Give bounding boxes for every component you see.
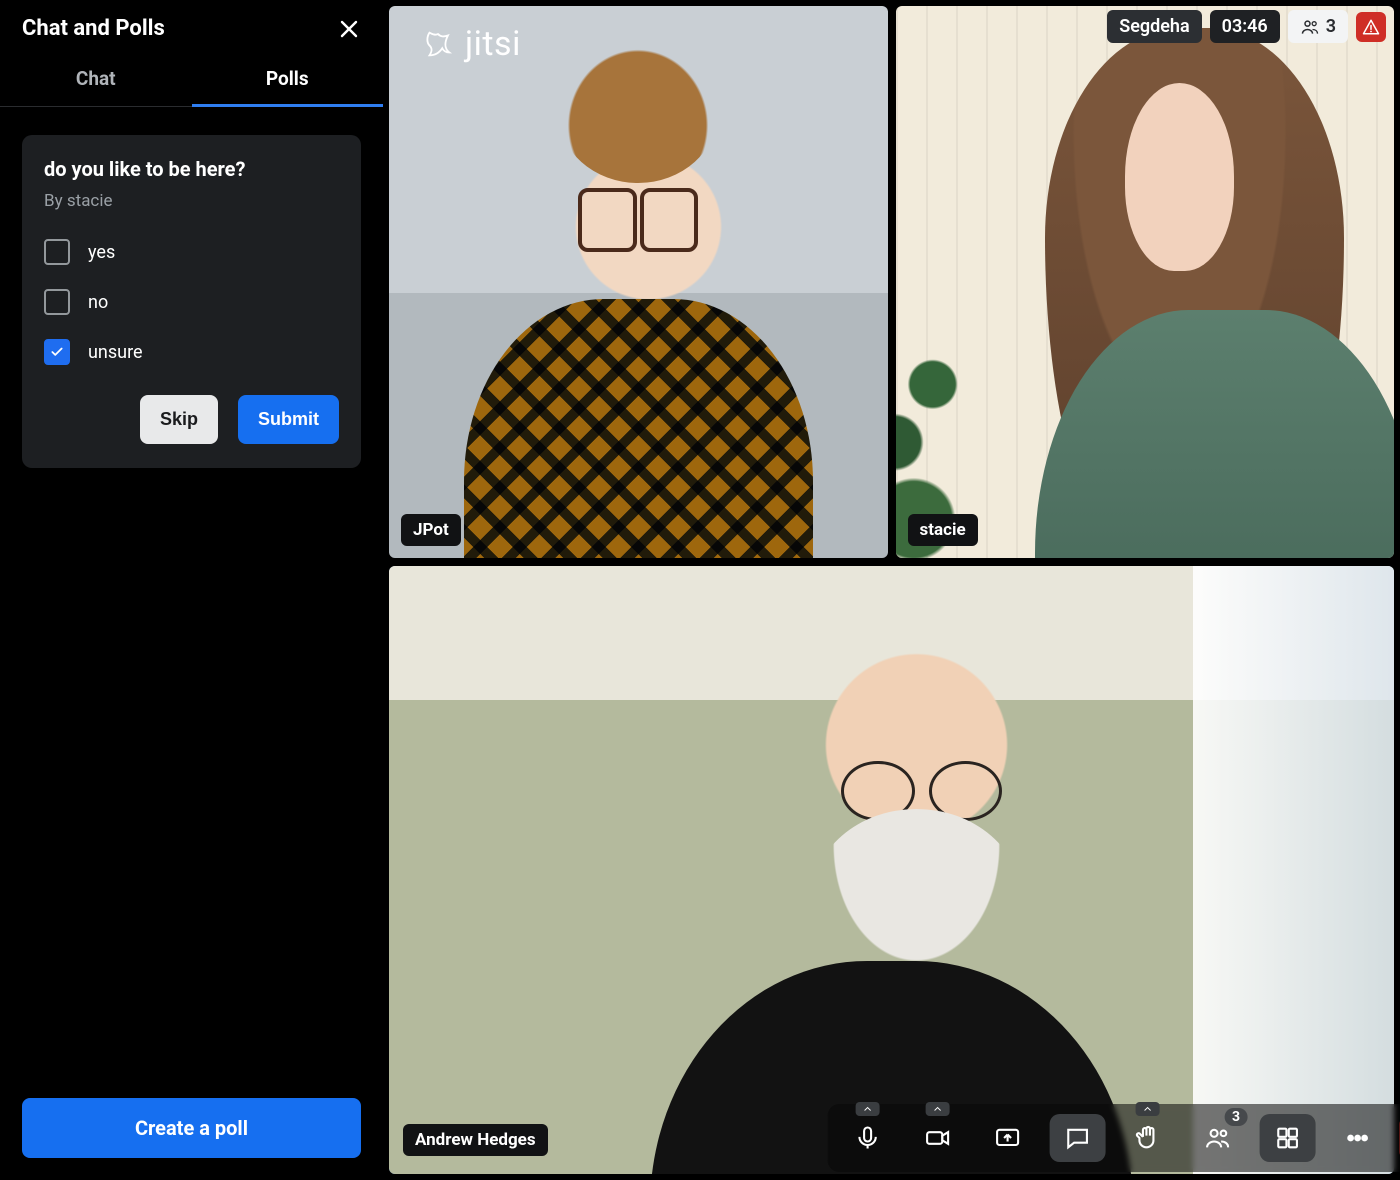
meeting-info-bar: Segdeha 03:46 3 bbox=[1107, 10, 1386, 43]
poll-option-label: no bbox=[88, 292, 108, 313]
panel-header: Chat and Polls bbox=[0, 0, 383, 49]
close-icon bbox=[337, 17, 361, 41]
participant-count-chip[interactable]: 3 bbox=[1288, 10, 1348, 43]
poll-card: do you like to be here? By stacie yes no… bbox=[22, 135, 361, 468]
tabs: Chat Polls bbox=[0, 49, 383, 107]
poll-option[interactable]: unsure bbox=[44, 339, 339, 365]
submit-button[interactable]: Submit bbox=[238, 395, 339, 444]
poll-option[interactable]: yes bbox=[44, 239, 339, 265]
reactions-caret[interactable] bbox=[1135, 1102, 1159, 1116]
participant-name-chip: Andrew Hedges bbox=[403, 1124, 548, 1156]
raise-hand-icon bbox=[1133, 1124, 1161, 1152]
video-stage: JPot stacie Andrew Hedges bbox=[383, 0, 1400, 1180]
create-poll-button[interactable]: Create a poll bbox=[22, 1098, 361, 1158]
skip-button[interactable]: Skip bbox=[140, 395, 218, 444]
poll-actions: Skip Submit bbox=[44, 395, 339, 444]
poll-question: do you like to be here? bbox=[44, 157, 339, 181]
camera-icon bbox=[923, 1124, 951, 1152]
more-icon bbox=[1343, 1124, 1371, 1152]
microphone-button[interactable] bbox=[839, 1114, 895, 1162]
close-panel-button[interactable] bbox=[337, 17, 361, 41]
participants-icon bbox=[1300, 17, 1320, 37]
poll-options: yes no unsure bbox=[44, 239, 339, 365]
video-feed bbox=[389, 6, 888, 558]
checkbox-checked-icon bbox=[44, 339, 70, 365]
tab-chat[interactable]: Chat bbox=[0, 49, 192, 106]
participant-name-chip: stacie bbox=[908, 514, 978, 546]
video-grid: JPot stacie Andrew Hedges bbox=[383, 0, 1400, 1180]
video-feed bbox=[389, 566, 1394, 1174]
poll-option-label: yes bbox=[88, 242, 115, 263]
checkbox-icon bbox=[44, 289, 70, 315]
share-screen-icon bbox=[993, 1124, 1021, 1152]
camera-options-caret[interactable] bbox=[925, 1102, 949, 1116]
video-feed bbox=[896, 6, 1395, 558]
chat-icon bbox=[1063, 1124, 1091, 1152]
chevron-up-icon bbox=[1141, 1103, 1153, 1115]
jitsi-logo: jitsi bbox=[421, 24, 521, 64]
participant-tile[interactable]: stacie bbox=[896, 6, 1395, 558]
tile-view-button[interactable] bbox=[1259, 1114, 1315, 1162]
chat-polls-panel: Chat and Polls Chat Polls do you like to… bbox=[0, 0, 383, 1180]
tile-view-icon bbox=[1273, 1124, 1301, 1152]
share-screen-button[interactable] bbox=[979, 1114, 1035, 1162]
microphone-icon bbox=[853, 1124, 881, 1152]
participants-badge: 3 bbox=[1225, 1108, 1247, 1126]
poll-option-label: unsure bbox=[88, 342, 143, 363]
warning-icon bbox=[1362, 18, 1380, 36]
poll-option[interactable]: no bbox=[44, 289, 339, 315]
checkbox-icon bbox=[44, 239, 70, 265]
poll-author: By stacie bbox=[44, 191, 339, 211]
participants-icon bbox=[1203, 1124, 1231, 1152]
chevron-up-icon bbox=[861, 1103, 873, 1115]
app-root: Chat and Polls Chat Polls do you like to… bbox=[0, 0, 1400, 1180]
jitsi-logo-icon bbox=[421, 27, 455, 61]
participant-tile[interactable]: JPot bbox=[389, 6, 888, 558]
participant-tile-active-speaker[interactable]: Andrew Hedges bbox=[389, 566, 1394, 1174]
panel-title: Chat and Polls bbox=[22, 16, 165, 41]
tab-polls[interactable]: Polls bbox=[192, 49, 384, 106]
participants-button[interactable]: 3 bbox=[1189, 1114, 1245, 1162]
meeting-timer: 03:46 bbox=[1210, 10, 1280, 43]
chevron-up-icon bbox=[931, 1103, 943, 1115]
connection-warning-icon[interactable] bbox=[1356, 12, 1386, 42]
chat-button[interactable] bbox=[1049, 1114, 1105, 1162]
raise-hand-button[interactable] bbox=[1119, 1114, 1175, 1162]
microphone-options-caret[interactable] bbox=[855, 1102, 879, 1116]
room-name-chip: Segdeha bbox=[1107, 10, 1201, 43]
jitsi-logo-text: jitsi bbox=[465, 24, 521, 64]
participant-count: 3 bbox=[1326, 16, 1336, 37]
camera-button[interactable] bbox=[909, 1114, 965, 1162]
more-actions-button[interactable] bbox=[1329, 1114, 1385, 1162]
call-toolbar: 3 bbox=[827, 1104, 1400, 1172]
participant-name-chip: JPot bbox=[401, 514, 461, 546]
